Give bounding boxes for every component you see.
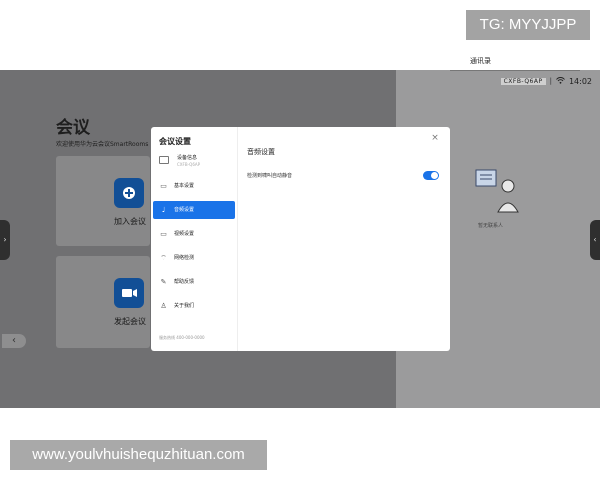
menu-item-label: 关于我们 [174, 303, 195, 309]
service-hotline: 服务热线 400-000-0000 [159, 335, 205, 340]
device-info-label: 设备信息 [177, 155, 198, 161]
tg-watermark: TG: MYYJJPP [466, 10, 590, 40]
device-info-item[interactable]: 设备信息 CXFB-Q6AP [157, 154, 233, 170]
menu-item-video-settings[interactable]: ▭ 视频设置 [153, 225, 235, 243]
empty-contacts-text: 暂无联系人 [478, 223, 504, 229]
wifi-icon: ⌔ [160, 254, 167, 262]
dialog-title: 会议设置 [159, 137, 191, 146]
menu-item-basic-settings[interactable]: ▭ 基本设置 [153, 177, 235, 195]
clock: 14:02 [568, 76, 592, 86]
meeting-settings-dialog: 会议设置 设备信息 CXFB-Q6AP ▭ 基本设置 ♩ 音频设置 ▭ 视频设置… [151, 127, 450, 351]
chevron-left-icon: ‹ [593, 235, 597, 244]
user-icon: ♙ [160, 302, 167, 310]
plus-icon [114, 178, 144, 208]
empty-contacts-illustration [474, 168, 524, 214]
right-edge-handle[interactable]: ‹ [590, 220, 600, 260]
menu-item-label: 音频设置 [174, 207, 195, 213]
menu-item-network-test[interactable]: ⌔ 网络检测 [153, 249, 235, 267]
contacts-title: 通讯录 [470, 57, 491, 65]
howling-mute-label: 检测到啸叫自动静音 [247, 173, 293, 179]
device-icon [159, 156, 169, 164]
settings-icon: ▭ [160, 182, 167, 190]
toggle-knob [431, 172, 438, 179]
microphone-icon: ♩ [161, 206, 166, 214]
menu-item-about-us[interactable]: ♙ 关于我们 [153, 297, 235, 315]
audio-settings-title: 音频设置 [247, 148, 275, 156]
menu-item-label: 帮助反馈 [174, 279, 195, 285]
menu-item-label: 视频设置 [174, 231, 195, 237]
menu-item-label: 网络检测 [174, 255, 195, 261]
page-title: 会议 [56, 118, 90, 138]
menu-item-help-feedback[interactable]: ✎ 帮助反馈 [153, 273, 235, 291]
chevron-left-icon: ‹ [12, 335, 16, 346]
wifi-icon [556, 76, 565, 86]
join-meeting-tile[interactable]: 加入会议 [56, 156, 150, 246]
status-separator: | [549, 77, 552, 85]
video-icon: ▭ [160, 230, 167, 238]
contacts-divider [450, 70, 580, 71]
close-icon[interactable]: × [430, 133, 440, 143]
start-meeting-tile[interactable]: 发起会议 [56, 256, 150, 348]
video-camera-icon [114, 278, 144, 308]
settings-sidebar: 会议设置 设备信息 CXFB-Q6AP ▭ 基本设置 ♩ 音频设置 ▭ 视频设置… [151, 127, 238, 351]
welcome-subtitle: 欢迎使用华为云会议SmartRooms [56, 141, 149, 148]
chevron-right-icon: › [3, 235, 7, 244]
device-code: CXFB-Q6AP [500, 77, 546, 85]
back-button[interactable]: ‹ [2, 334, 26, 348]
menu-item-label: 基本设置 [174, 183, 195, 189]
url-watermark: www.youlvhuishequzhituan.com [10, 440, 267, 470]
menu-item-audio-settings[interactable]: ♩ 音频设置 [153, 201, 235, 219]
left-edge-handle[interactable]: › [0, 220, 10, 260]
howling-mute-toggle[interactable] [423, 171, 439, 180]
device-info-sub: CXFB-Q6AP [177, 162, 201, 167]
status-bar: CXFB-Q6AP | 14:02 [500, 75, 592, 87]
feedback-icon: ✎ [160, 278, 167, 286]
